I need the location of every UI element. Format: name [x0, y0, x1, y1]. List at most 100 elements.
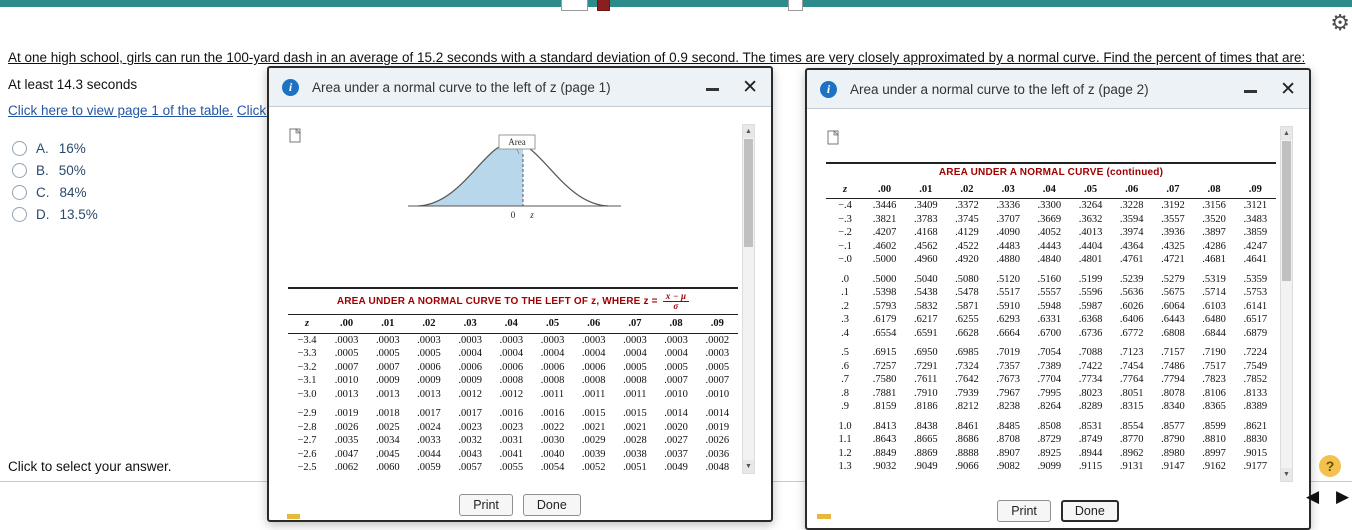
dialog-header[interactable]: i Area under a normal curve to the left … [269, 68, 771, 107]
page-icon [289, 128, 301, 143]
table-row: −2.9.0019.0018.0017.0017.0016.0016.0015.… [297, 408, 730, 420]
toolbar-fragment [597, 0, 610, 11]
radio-button-d[interactable] [12, 206, 27, 222]
z-column-header: z [826, 180, 864, 199]
value-column-header: .01 [905, 180, 947, 199]
toolbar-fragment [788, 0, 803, 11]
z-column-header: z [288, 314, 326, 334]
answer-hint-text: Click to select your answer. [8, 459, 172, 474]
scrollbar[interactable]: ▲ ▼ [1280, 126, 1293, 482]
radio-button-b[interactable] [12, 162, 27, 178]
option-c[interactable]: C. 84% [12, 181, 98, 203]
help-button[interactable]: ? [1319, 455, 1341, 477]
scroll-down-icon[interactable]: ▼ [1281, 468, 1292, 481]
dialog-content: AREA UNDER A NORMAL CURVE (continued) z.… [823, 126, 1279, 482]
table-row: −.2.4207.4168.4129.4090.4052.4013.3974.3… [838, 227, 1268, 238]
table-row: −3.4.0003.0003.0003.0003.0003.0003.0003.… [297, 334, 730, 346]
info-icon: i [820, 80, 837, 98]
table-row: −3.2.0007.0007.0006.0006.0006.0006.0006.… [297, 361, 730, 373]
option-letter: A. [36, 140, 49, 156]
normal-table-page2: z .00.01.02.03.04.05.06.07.08.09 −.4.3446.… [826, 180, 1276, 474]
table-row: .1.5398.5438.5478.5517.5557.5596.5636.56… [841, 287, 1268, 298]
minimize-button[interactable] [1242, 80, 1260, 98]
value-column-header: .06 [573, 314, 615, 334]
table-row: −2.5.0062.0060.0059.0057.0055.0054.0052.… [297, 462, 730, 474]
value-column-header: .07 [614, 314, 656, 334]
table-row: 1.3.9032.9049.9066.9082.9099.9115.9131.9… [838, 461, 1268, 472]
radio-button-a[interactable] [12, 140, 27, 156]
table-row: .4.6554.6591.6628.6664.6700.6736.6772.68… [841, 327, 1268, 339]
option-a[interactable]: A. 16% [12, 137, 98, 159]
scroll-up-icon[interactable]: ▲ [1281, 127, 1292, 140]
table-row: −.0.5000.4960.4920.4880.4840.4801.4761.4… [838, 254, 1268, 265]
area-label: Area [508, 137, 526, 147]
table-row: .7.7580.7611.7642.7673.7704.7734.7764.77… [841, 374, 1268, 385]
view-table-page1-link[interactable]: Click here to view page 1 of the table. [8, 103, 233, 118]
question-subtext: At least 14.3 seconds [8, 77, 138, 92]
dialog-title: Area under a normal curve to the left of… [312, 79, 611, 95]
value-column-header: .00 [864, 180, 906, 199]
value-column-header: .07 [1152, 180, 1194, 199]
radio-button-c[interactable] [12, 184, 27, 200]
gear-icon[interactable]: ⚙ [1330, 10, 1350, 36]
table-row: .0.5000.5040.5080.5120.5160.5199.5239.52… [841, 273, 1268, 285]
table-title: AREA UNDER A NORMAL CURVE TO THE LEFT OF… [288, 287, 738, 315]
table-row: −.1.4602.4562.4522.4483.4443.4404.4364.4… [838, 240, 1268, 252]
table-row: −2.8.0026.0025.0024.0023.0023.0022.0021.… [297, 421, 730, 433]
option-value: 50% [58, 162, 86, 178]
table-page2-dialog: i Area under a normal curve to the left … [805, 68, 1311, 530]
normal-table-page1: z .00.01.02.03.04.05.06.07.08.09 −3.4.0003… [288, 314, 738, 474]
value-column-header: .04 [490, 314, 532, 334]
dialog-content: Area 0 z AREA UNDER A NORMAL CURVE TO TH… [285, 124, 741, 474]
scroll-up-icon[interactable]: ▲ [743, 125, 754, 138]
value-column-header: .01 [367, 314, 409, 334]
table-title: AREA UNDER A NORMAL CURVE (continued) [826, 162, 1276, 180]
table-links: Click here to view page 1 of the table. … [8, 103, 297, 118]
value-column-header: .00 [326, 314, 368, 334]
table-row: −.4.3446.3409.3372.3336.3300.3264.3228.3… [838, 200, 1268, 211]
value-column-header: .05 [531, 314, 574, 334]
scrollbar[interactable]: ▲ ▼ [742, 124, 755, 474]
table-row: −3.0.0013.0013.0013.0012.0012.0011.0011.… [297, 388, 730, 400]
table-row: .3.6179.6217.6255.6293.6331.6368.6406.64… [841, 314, 1268, 325]
table-row: −.3.3821.3783.3745.3707.3669.3632.3594.3… [838, 213, 1268, 225]
minimize-button[interactable] [704, 78, 722, 96]
value-column-header: .09 [1234, 180, 1276, 199]
table-row: 1.0.8413.8438.8461.8485.8508.8531.8554.8… [838, 420, 1268, 432]
done-button[interactable]: Done [522, 494, 581, 516]
scrollbar-thumb[interactable] [744, 139, 753, 247]
answer-options: A. 16% B. 50% C. 84% D. 13.5% [12, 137, 98, 225]
table-row: −3.3.0005.0005.0005.0004.0004.0004.0004.… [297, 348, 730, 360]
option-d[interactable]: D. 13.5% [12, 203, 98, 225]
value-column-header: .02 [946, 180, 988, 199]
scroll-down-icon[interactable]: ▼ [743, 460, 754, 473]
option-b[interactable]: B. 50% [12, 159, 98, 181]
dialog-scroll-area: Area 0 z AREA UNDER A NORMAL CURVE TO TH… [285, 124, 755, 474]
option-letter: B. [36, 162, 49, 178]
page-icon [827, 130, 839, 145]
dialog-header[interactable]: i Area under a normal curve to the left … [807, 70, 1309, 109]
cut-off-button-fragment [287, 514, 300, 519]
table-row: −2.7.0035.0034.0033.0032.0031.0030.0029.… [297, 435, 730, 447]
table-row: −3.1.0010.0009.0009.0009.0008.0008.0008.… [297, 375, 730, 387]
table-row: .2.5793.5832.5871.5910.5948.5987.6026.60… [841, 300, 1268, 312]
table-page1-dialog: i Area under a normal curve to the left … [267, 66, 773, 522]
print-button[interactable]: Print [459, 494, 513, 516]
scrollbar-thumb[interactable] [1282, 141, 1291, 281]
previous-page-arrow[interactable]: ◀ [1306, 487, 1319, 507]
close-icon[interactable]: ✕ [742, 78, 758, 97]
info-icon: i [282, 78, 299, 96]
value-column-header: .02 [408, 314, 450, 334]
cut-off-button-fragment [817, 514, 831, 519]
close-icon[interactable]: ✕ [1280, 80, 1296, 99]
table-row: .9.8159.8186.8212.8238.8264.8289.8315.83… [841, 401, 1268, 412]
value-column-header: .06 [1111, 180, 1153, 199]
z-formula: x − μ σ [662, 291, 690, 312]
table-row: .8.7881.7910.7939.7967.7995.8023.8051.80… [841, 387, 1268, 399]
option-value: 16% [58, 140, 86, 156]
option-letter: C. [36, 184, 50, 200]
value-column-header: .03 [449, 314, 491, 334]
next-page-arrow[interactable]: ▶ [1336, 487, 1349, 507]
value-column-header: .05 [1069, 180, 1112, 199]
table-row: 1.2.8849.8869.8888.8907.8925.8944.8962.8… [838, 447, 1268, 459]
